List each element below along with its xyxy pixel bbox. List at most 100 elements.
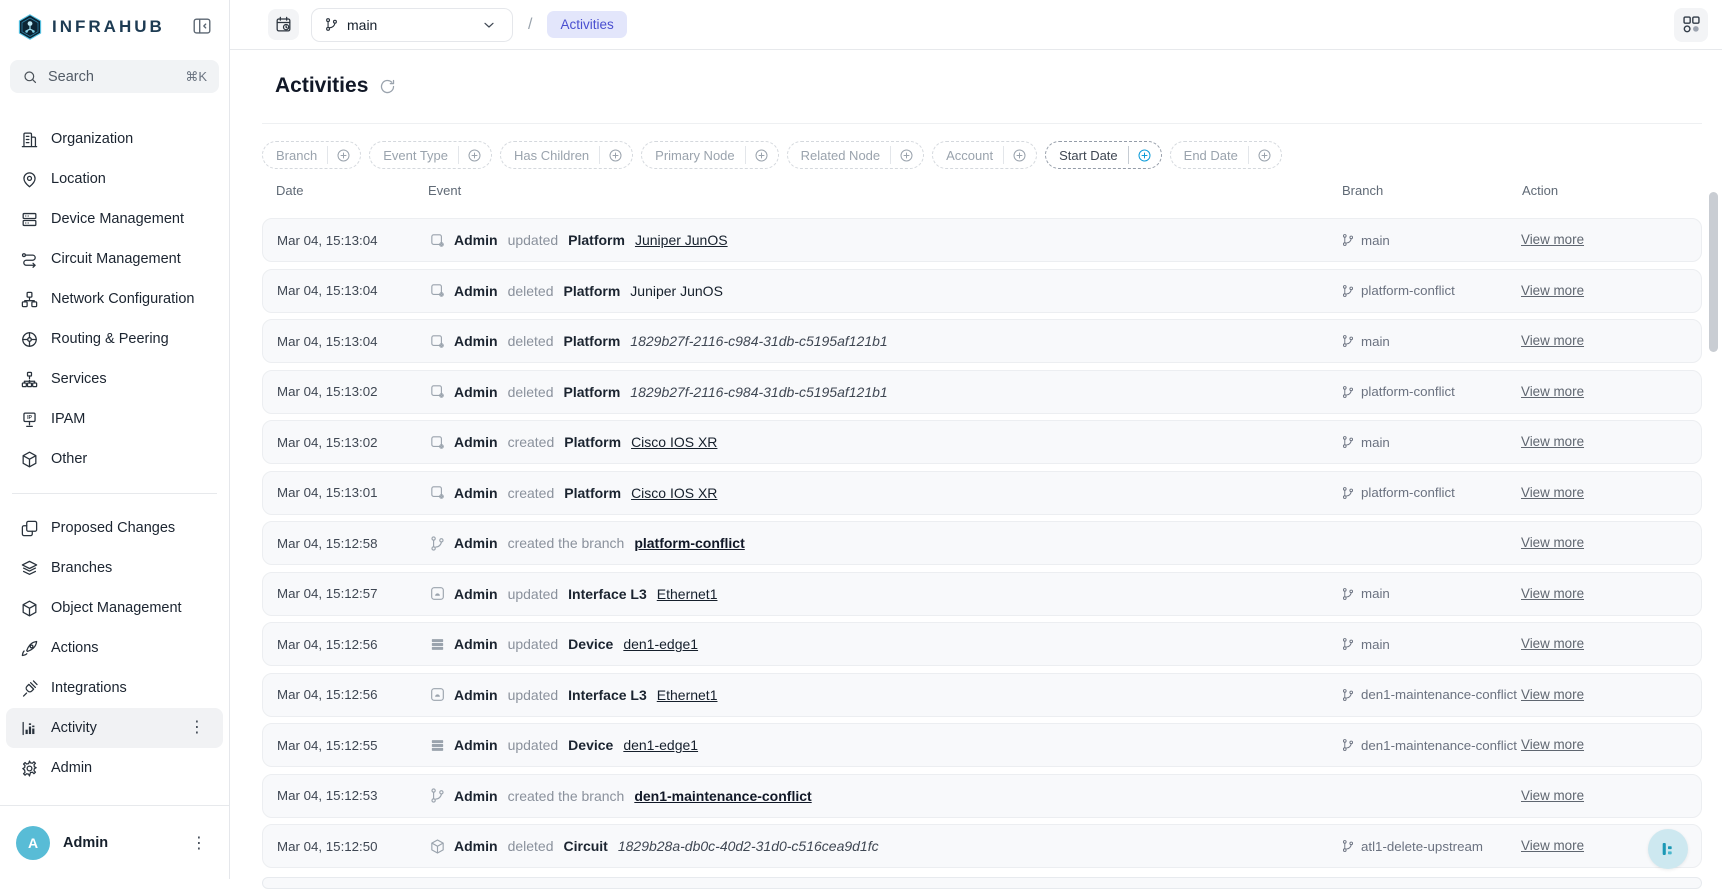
interface-icon bbox=[429, 686, 446, 703]
table-row: Mar 04, 15:12:58Admincreated the branchp… bbox=[262, 521, 1702, 565]
filter-chip-start-date[interactable]: Start Date bbox=[1045, 141, 1162, 169]
user-name: Admin bbox=[63, 835, 174, 851]
filter-chip-event-type[interactable]: Event Type bbox=[369, 141, 492, 169]
sidebar-item-actions[interactable]: Actions bbox=[6, 628, 223, 668]
event-object-name[interactable]: den1-edge1 bbox=[623, 737, 698, 753]
chevron-down-icon[interactable] bbox=[466, 9, 512, 41]
infrahub-logo-icon bbox=[16, 13, 44, 41]
sidebar-item-branches[interactable]: Branches bbox=[6, 548, 223, 588]
view-more-link[interactable]: View more bbox=[1521, 333, 1584, 348]
sidebar-item-label: Circuit Management bbox=[51, 251, 181, 267]
plus-circle-icon[interactable] bbox=[1249, 148, 1281, 163]
sidebar-item-services[interactable]: Services bbox=[6, 359, 223, 399]
filter-chip-end-date[interactable]: End Date bbox=[1170, 141, 1282, 169]
view-more-link[interactable]: View more bbox=[1521, 586, 1584, 601]
view-more-link[interactable]: View more bbox=[1521, 434, 1584, 449]
event-verb: deleted bbox=[508, 384, 554, 400]
event-object-type: Platform bbox=[564, 434, 621, 450]
branch-selector[interactable]: main bbox=[311, 8, 513, 42]
sidebar-item-label: Routing & Peering bbox=[51, 331, 169, 347]
view-more-link[interactable]: View more bbox=[1521, 384, 1584, 399]
row-action: View more bbox=[1521, 635, 1687, 653]
row-date: Mar 04, 15:12:55 bbox=[277, 738, 429, 753]
plus-circle-icon[interactable] bbox=[600, 148, 632, 163]
filter-chip-related-node[interactable]: Related Node bbox=[787, 141, 925, 169]
view-more-link[interactable]: View more bbox=[1521, 737, 1584, 752]
sidebar-item-circuit-management[interactable]: Circuit Management bbox=[6, 239, 223, 279]
sidebar-item-network-configuration[interactable]: Network Configuration bbox=[6, 279, 223, 319]
plus-circle-icon[interactable] bbox=[459, 148, 491, 163]
event-object-name[interactable]: Ethernet1 bbox=[657, 687, 718, 703]
event-verb: created the branch bbox=[508, 535, 625, 551]
filter-chip-branch[interactable]: Branch bbox=[262, 141, 361, 169]
event-object-name[interactable]: Cisco IOS XR bbox=[631, 485, 717, 501]
view-more-link[interactable]: View more bbox=[1521, 838, 1584, 853]
app: INFRAHUB Search ⌘K OrganizationLocationD… bbox=[0, 0, 1722, 879]
plus-circle-icon[interactable] bbox=[328, 148, 360, 163]
network-icon bbox=[20, 290, 39, 309]
git-branch-icon bbox=[429, 535, 446, 552]
refresh-icon[interactable] bbox=[379, 78, 396, 95]
view-more-link[interactable]: View more bbox=[1521, 535, 1584, 550]
sidebar-item-other[interactable]: Other bbox=[6, 439, 223, 479]
sidebar-item-activity[interactable]: Activity⋮ bbox=[6, 708, 223, 748]
event-object-name[interactable]: den1-edge1 bbox=[623, 636, 698, 652]
event-object-name[interactable]: den1-maintenance-conflict bbox=[634, 788, 811, 804]
row-action: View more bbox=[1521, 484, 1687, 502]
sidebar-item-object-management[interactable]: Object Management bbox=[6, 588, 223, 628]
sidebar-item-location[interactable]: Location bbox=[6, 159, 223, 199]
sidebar-item-organization[interactable]: Organization bbox=[6, 119, 223, 159]
branch-label: platform-conflict bbox=[1361, 384, 1455, 399]
sidebar-item-device-management[interactable]: Device Management bbox=[6, 199, 223, 239]
schema-explorer-button[interactable] bbox=[1674, 8, 1708, 42]
row-date: Mar 04, 15:13:04 bbox=[277, 334, 429, 349]
event-object-name[interactable]: platform-conflict bbox=[634, 535, 744, 551]
sidebar-item-admin[interactable]: Admin bbox=[6, 748, 223, 788]
assistant-widget-button[interactable] bbox=[1648, 829, 1688, 869]
user-row[interactable]: A Admin ⋮ bbox=[0, 805, 229, 879]
sidebar-item-label: Network Configuration bbox=[51, 291, 194, 307]
sidebar-item-ipam[interactable]: IPIPAM bbox=[6, 399, 223, 439]
event-object-name[interactable]: Juniper JunOS bbox=[635, 232, 728, 248]
row-branch: platform-conflict bbox=[1341, 384, 1521, 399]
filter-chip-primary-node[interactable]: Primary Node bbox=[641, 141, 778, 169]
search-input[interactable]: Search ⌘K bbox=[10, 60, 219, 93]
filter-chip-has-children[interactable]: Has Children bbox=[500, 141, 633, 169]
sidebar-item-integrations[interactable]: Integrations bbox=[6, 668, 223, 708]
search-shortcut: ⌘K bbox=[185, 69, 207, 85]
view-more-link[interactable]: View more bbox=[1521, 283, 1584, 298]
event-actor: Admin bbox=[454, 232, 498, 248]
view-more-link[interactable]: View more bbox=[1521, 232, 1584, 247]
git-branch-icon bbox=[1341, 486, 1355, 500]
row-event: AdmincreatedPlatformCisco IOS XR bbox=[429, 434, 1341, 451]
event-object-name[interactable]: Ethernet1 bbox=[657, 586, 718, 602]
view-more-link[interactable]: View more bbox=[1521, 788, 1584, 803]
breadcrumb-current[interactable]: Activities bbox=[547, 11, 626, 38]
node-icon bbox=[429, 434, 446, 451]
route-icon bbox=[20, 250, 39, 269]
row-date: Mar 04, 15:13:01 bbox=[277, 485, 429, 500]
sidebar-item-proposed-changes[interactable]: Proposed Changes bbox=[6, 508, 223, 548]
event-object-name: 1829b27f-2116-c984-31db-c5195af121b1 bbox=[630, 333, 887, 349]
event-actor: Admin bbox=[454, 384, 498, 400]
plus-circle-icon[interactable] bbox=[746, 148, 778, 163]
filter-chip-account[interactable]: Account bbox=[932, 141, 1037, 169]
row-date: Mar 04, 15:12:56 bbox=[277, 687, 429, 702]
plus-circle-icon[interactable] bbox=[1004, 148, 1036, 163]
sidebar-collapse-button[interactable] bbox=[191, 15, 215, 39]
plus-circle-icon[interactable] bbox=[891, 148, 923, 163]
kebab-menu-icon[interactable]: ⋮ bbox=[185, 718, 209, 738]
time-travel-button[interactable] bbox=[268, 9, 299, 40]
scrollbar-thumb[interactable] bbox=[1709, 192, 1718, 352]
event-object-name[interactable]: Cisco IOS XR bbox=[631, 434, 717, 450]
event-verb: deleted bbox=[508, 333, 554, 349]
row-branch: platform-conflict bbox=[1341, 283, 1521, 298]
sidebar-item-routing-peering[interactable]: Routing & Peering bbox=[6, 319, 223, 359]
user-menu-kebab-icon[interactable]: ⋮ bbox=[187, 831, 211, 855]
view-more-link[interactable]: View more bbox=[1521, 636, 1584, 651]
view-more-link[interactable]: View more bbox=[1521, 485, 1584, 500]
event-object-name: 1829b28a-db0c-40d2-31d0-c516cea9d1fc bbox=[618, 838, 879, 854]
event-verb: updated bbox=[508, 737, 559, 753]
view-more-link[interactable]: View more bbox=[1521, 687, 1584, 702]
plus-circle-icon[interactable] bbox=[1129, 148, 1161, 163]
